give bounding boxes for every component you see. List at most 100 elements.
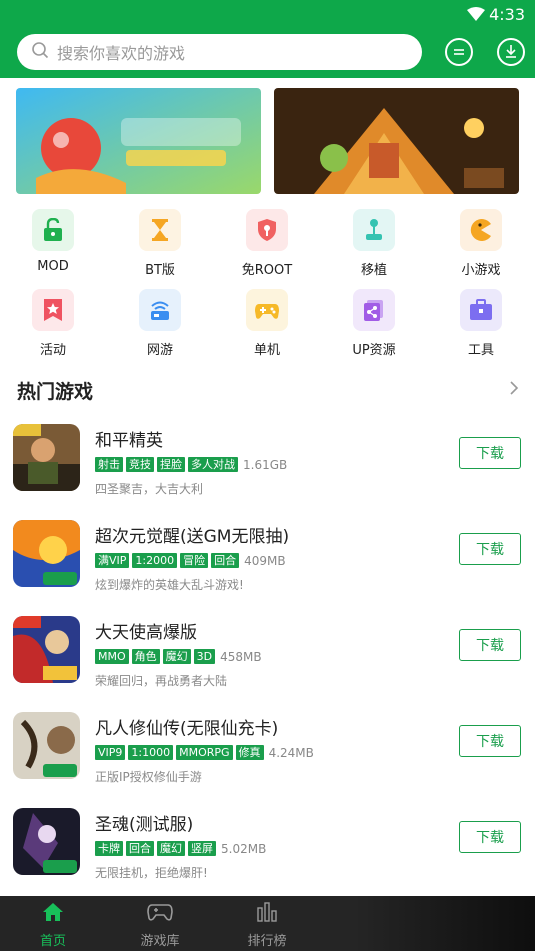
tab-home[interactable]: 首页 [13,896,93,951]
game-list-item[interactable]: 圣魂(测试服) 卡牌 回合 魔幻 竖屏 5.02MB 无限挂机，拒绝爆肝! 下载 [0,804,535,900]
category-label: 活动 [39,343,66,358]
bar-chart-icon [227,902,307,926]
tab-label: 排行榜 [247,934,287,949]
game-name: 超次元觉醒(送GM无限抽) [95,527,290,547]
lock-icon [32,209,74,251]
game-list-item[interactable]: 大天使高爆版 MMO 角色 魔幻 3D 458MB 荣耀回归，再战勇者大陆 下载 [0,612,535,708]
category-port[interactable]: 移植 [334,209,414,278]
category-label: 小游戏 [461,263,501,278]
pacman-icon [460,209,502,251]
game-tag: 卡牌 [95,841,123,856]
game-tag: 3D [193,649,216,664]
game-thumbnail [13,712,80,779]
status-time: 4:33 [489,5,525,24]
game-tag: 竖屏 [188,841,216,856]
game-tag: 多人对战 [188,457,238,472]
game-thumbnail [13,424,80,491]
gamepad-icon [120,902,200,926]
game-thumbnail [13,520,80,587]
game-name: 圣魂(测试服) [95,815,194,835]
game-list-item[interactable]: 和平精英 射击 竞技 捏脸 多人对战 1.61GB 四圣聚吉，大吉大利 下载 [0,420,535,516]
section-more-button[interactable] [509,380,519,400]
game-thumbnail [13,808,80,875]
game-size: 409MB [244,553,286,568]
category-events[interactable]: 活动 [13,289,93,358]
game-size: 458MB [220,649,262,664]
game-name: 凡人修仙传(无限仙充卡) [95,719,279,739]
search-icon [31,41,49,63]
hourglass-icon [139,209,181,251]
game-list-item[interactable]: 凡人修仙传(无限仙充卡) VIP9 1:1000 MMORPG 修真 4.24M… [0,708,535,804]
message-button[interactable] [445,38,473,66]
game-tag: 竞技 [126,457,154,472]
shield-icon [246,209,288,251]
category-up-resources[interactable]: UP资源 [334,289,414,358]
download-button[interactable]: 下载 [459,821,521,853]
section-title: 热门游戏 [17,381,94,403]
game-tags: 满VIP 1:2000 冒险 回合 409MB [95,553,286,568]
tab-label: 游戏库 [140,934,180,949]
category-label: 单机 [253,343,280,358]
tab-rankings[interactable]: 排行榜 [227,896,307,951]
category-bt[interactable]: BT版 [120,209,200,278]
game-tags: 卡牌 回合 魔幻 竖屏 5.02MB [95,841,266,856]
download-button[interactable]: 下载 [459,629,521,661]
game-tag: 魔幻 [157,841,185,856]
game-description: 荣耀回归，再战勇者大陆 [95,674,228,688]
game-tag: 1:1000 [128,745,174,760]
game-tag: MMO [95,649,129,664]
category-no-root[interactable]: 免ROOT [227,209,307,278]
category-tools[interactable]: 工具 [441,289,521,358]
chevron-right-icon [509,381,519,400]
network-icon [139,289,181,331]
game-name: 大天使高爆版 [95,623,197,643]
category-mini-games[interactable]: 小游戏 [441,209,521,278]
wifi-icon [467,6,485,25]
download-manager-button[interactable] [497,38,525,66]
game-tags: VIP9 1:1000 MMORPG 修真 4.24MB [95,745,314,760]
game-tags: 射击 竞技 捏脸 多人对战 1.61GB [95,457,287,472]
game-description: 炫到爆炸的英雄大乱斗游戏! [95,578,244,592]
joystick-icon [353,209,395,251]
category-label: 移植 [360,263,387,278]
category-single-player[interactable]: 单机 [227,289,307,358]
game-name: 和平精英 [95,431,163,451]
download-button[interactable]: 下载 [459,725,521,757]
category-label: BT版 [145,263,175,278]
message-icon [452,43,466,62]
game-list-item[interactable]: 超次元觉醒(送GM无限抽) 满VIP 1:2000 冒险 回合 409MB 炫到… [0,516,535,612]
category-label: UP资源 [352,343,396,358]
category-label: MOD [37,259,69,274]
game-tag: 满VIP [95,553,130,568]
game-description: 正版IP授权修仙手游 [95,770,202,784]
game-tag: 冒险 [180,553,209,568]
star-flag-icon [32,289,74,331]
game-size: 1.61GB [243,457,288,472]
home-icon [13,902,93,926]
category-mod[interactable]: MOD [13,209,93,274]
game-tag: VIP9 [95,745,126,760]
game-thumbnail [13,616,80,683]
banner-bouncing-ball-game[interactable] [16,88,261,194]
tab-label: 首页 [39,934,66,949]
top-header: 4:33 搜索你喜欢的游戏 [0,0,535,78]
category-label: 免ROOT [241,263,293,278]
game-tag: 修真 [235,745,264,760]
category-online-games[interactable]: 网游 [120,289,200,358]
search-placeholder: 搜索你喜欢的游戏 [57,44,186,63]
game-tag: 捏脸 [157,457,185,472]
game-description: 四圣聚吉，大吉大利 [95,482,204,496]
category-label: 网游 [146,343,173,358]
game-description: 无限挂机，拒绝爆肝! [95,866,208,880]
download-button[interactable]: 下载 [459,533,521,565]
share-icon [353,289,395,331]
game-tags: MMO 角色 魔幻 3D 458MB [95,649,262,664]
download-button[interactable]: 下载 [459,437,521,469]
search-input[interactable]: 搜索你喜欢的游戏 [17,34,422,70]
game-tag: 回合 [211,553,240,568]
game-tag: MMORPG [176,745,233,760]
game-tag: 角色 [131,649,160,664]
banner-sandbox-world-game[interactable] [274,88,519,194]
toolbox-icon [460,289,502,331]
tab-game-library[interactable]: 游戏库 [120,896,200,951]
